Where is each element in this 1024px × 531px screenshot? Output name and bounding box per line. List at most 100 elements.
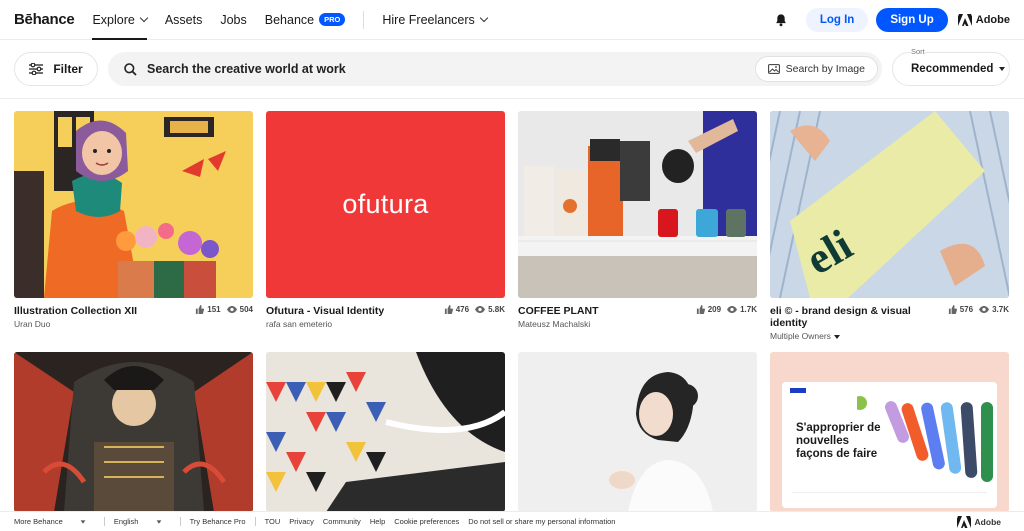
header-actions: Log In Sign Up Adobe [774, 7, 1010, 32]
footer-divider [103, 517, 105, 526]
project-card[interactable]: COFFEE PLANT Mateusz Machalski 209 1.7K [518, 111, 757, 329]
footer-more-behance[interactable]: More Behance [14, 517, 95, 526]
search-by-image-button[interactable]: Search by Image [754, 56, 878, 82]
project-owner[interactable]: Mateusz Machalski [518, 319, 599, 329]
footer-privacy[interactable]: Privacy [289, 517, 314, 526]
thumbs-up-icon [444, 305, 453, 314]
samurai-illustration [14, 352, 253, 512]
notification-bell-icon[interactable] [774, 13, 788, 27]
views-value: 504 [239, 305, 253, 314]
views-count: 504 [226, 305, 253, 314]
top-navigation-bar: Bēhance Explore Assets Jobs Behance PRO H… [0, 0, 1024, 40]
caret-down-icon [80, 520, 86, 524]
search-icon [124, 62, 137, 76]
footer-do-not-sell[interactable]: Do not sell or share my personal informa… [468, 517, 615, 526]
footer-tou[interactable]: TOU [265, 517, 281, 526]
search-input[interactable]: Search the creative world at work Search… [108, 52, 882, 86]
mockup-form-row [792, 492, 987, 502]
image-icon [767, 64, 780, 74]
project-thumbnail[interactable] [266, 352, 505, 512]
ofutura-wordmark: ofutura [342, 189, 429, 219]
footer-try-pro[interactable]: Try Behance Pro [190, 517, 246, 526]
project-thumbnail[interactable]: eli [770, 111, 1009, 298]
project-title[interactable]: COFFEE PLANT [518, 305, 599, 317]
views-count: 5.8K [475, 305, 505, 314]
likes-value: 476 [455, 305, 470, 314]
footer-language-label: English [113, 517, 139, 526]
adobe-label: Adobe [975, 13, 1010, 26]
views-value: 3.7K [992, 305, 1009, 314]
nav-hire-label: Hire Freelancers [382, 12, 475, 27]
views-count: 3.7K [979, 305, 1009, 314]
geometric-art [266, 352, 505, 512]
project-thumbnail[interactable]: ofutura [266, 111, 505, 298]
appreciations-count: 576 [948, 305, 973, 314]
project-owner[interactable]: Uran Duo [14, 319, 137, 329]
eye-icon [727, 306, 738, 313]
project-thumbnail[interactable] [518, 111, 757, 298]
project-title[interactable]: Ofutura - Visual Identity [266, 305, 384, 317]
footer-divider [254, 517, 256, 526]
caret-down-icon [156, 520, 161, 524]
appreciations-count: 151 [195, 305, 221, 314]
nav-assets[interactable]: Assets [165, 0, 203, 40]
nav-divider [363, 10, 365, 29]
views-count: 1.7K [727, 305, 757, 314]
nav-jobs[interactable]: Jobs [220, 0, 246, 40]
project-card[interactable]: ofutura Ofutura - Visual Identity rafa s… [266, 111, 505, 329]
coffee-product-photo [518, 111, 757, 298]
project-owner[interactable]: rafa san emeterio [266, 319, 384, 329]
nav-explore-label: Explore [92, 12, 135, 27]
caret-down-icon [833, 335, 840, 339]
project-title[interactable]: Illustration Collection XII [14, 305, 137, 317]
footer-more-label: More Behance [14, 517, 63, 526]
nav-hire-freelancers[interactable]: Hire Freelancers [382, 0, 489, 40]
project-stats: 576 3.7K [942, 305, 1009, 341]
likes-value: 151 [207, 305, 221, 314]
project-meta: COFFEE PLANT Mateusz Machalski 209 1.7K [518, 305, 757, 329]
nav-explore[interactable]: Explore [92, 0, 149, 40]
project-title[interactable]: eli © - brand design & visual identity [770, 305, 940, 329]
footer-adobe-link[interactable]: Adobe [956, 515, 1010, 528]
filter-button[interactable]: Filter [14, 52, 98, 86]
adobe-link[interactable]: Adobe [957, 13, 1010, 26]
login-button[interactable]: Log In [805, 7, 869, 32]
thumbs-up-icon [696, 305, 705, 314]
project-stats: 209 1.7K [690, 305, 757, 329]
behance-logo[interactable]: Bēhance [14, 11, 75, 28]
sort-dropdown[interactable]: Sort Recommended [892, 47, 1010, 86]
project-meta: Illustration Collection XII Uran Duo 151… [14, 305, 253, 329]
project-stats: 476 5.8K [438, 305, 505, 329]
project-card[interactable]: Illustration Collection XII Uran Duo 151… [14, 111, 253, 329]
project-meta: eli © - brand design & visual identity M… [770, 305, 1009, 341]
appreciations-count: 209 [696, 305, 721, 314]
project-card[interactable]: eli eli © - brand design & visual identi… [770, 111, 1009, 341]
project-thumbnail[interactable] [14, 352, 253, 512]
footer-help[interactable]: Help [370, 517, 385, 526]
adobe-logo-icon [956, 515, 971, 528]
project-thumbnail[interactable] [14, 111, 253, 298]
search-by-image-label: Search by Image [785, 63, 865, 75]
project-info: Ofutura - Visual Identity rafa san emete… [266, 305, 384, 329]
portrait-photo [518, 352, 757, 512]
footer-cookie-preferences[interactable]: Cookie preferences [394, 517, 459, 526]
header-divider [0, 98, 1024, 99]
filter-sliders-icon [29, 63, 44, 75]
signup-button[interactable]: Sign Up [876, 7, 948, 32]
project-thumbnail[interactable] [518, 352, 757, 512]
likes-value: 576 [959, 305, 974, 314]
project-card[interactable]: S'approprier de nouvelles façons de fair… [770, 352, 1009, 512]
project-thumbnail[interactable]: S'approprier de nouvelles façons de fair… [770, 352, 1009, 512]
footer-bar: More Behance English Try Behance Pro TOU… [0, 511, 1024, 531]
eye-icon [475, 306, 486, 313]
multiple-owners-label: Multiple Owners [770, 331, 831, 341]
project-meta: Ofutura - Visual Identity rafa san emete… [266, 305, 505, 329]
nav-behance-pro[interactable]: Behance PRO [265, 0, 346, 40]
project-card[interactable] [14, 352, 253, 512]
footer-language[interactable]: English [114, 517, 171, 526]
project-card[interactable] [266, 352, 505, 512]
project-card[interactable] [518, 352, 757, 512]
footer-community[interactable]: Community [323, 517, 361, 526]
views-value: 1.7K [740, 305, 757, 314]
project-owner[interactable]: Multiple Owners [770, 331, 940, 341]
